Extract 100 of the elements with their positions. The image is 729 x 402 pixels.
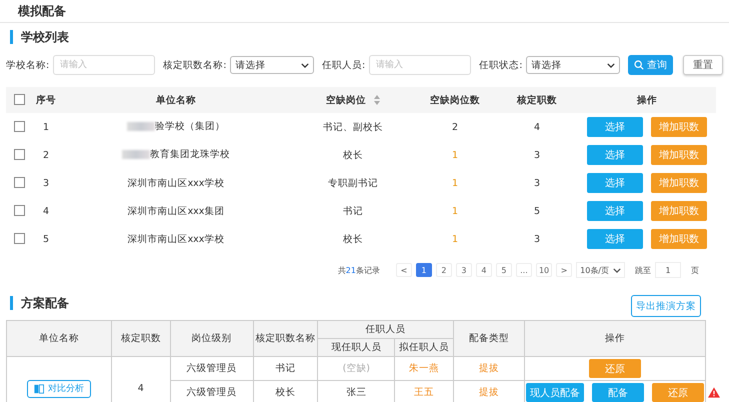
page-button[interactable]: 5 [496, 263, 512, 277]
table-cell-text: 校长 [342, 232, 364, 246]
column-header: 操作 [524, 320, 706, 356]
column-header: 核定职数 [496, 87, 578, 113]
table-cell-text: 2 [42, 148, 50, 162]
chevron-down-icon [613, 268, 621, 272]
chevron-down-icon [301, 62, 310, 68]
select-field[interactable]: 请选择 [526, 56, 620, 74]
table-cell-text: 3 [532, 148, 542, 162]
page-button[interactable]: 2 [436, 263, 452, 277]
page-button[interactable]: 1 [416, 263, 432, 277]
column-header: 核定职数名称 [253, 320, 318, 356]
table-cell-text: 3 [532, 176, 542, 190]
jump-label: 跳至 [635, 264, 651, 276]
checkbox[interactable] [14, 149, 24, 160]
compare-button[interactable]: 对比分析 [26, 380, 91, 398]
table-cell: 深圳市南山区xxx集团 [128, 204, 224, 218]
page-unit: 页 [691, 264, 699, 276]
add-quota-button[interactable]: 增加职数 [651, 117, 707, 137]
table-cell-text: 4 [42, 204, 50, 218]
column-header: 空缺岗位 [326, 94, 366, 106]
export-button[interactable]: 导出推演方案 [631, 295, 701, 317]
search-button[interactable]: 查询 [628, 55, 673, 75]
sort-icon[interactable] [374, 95, 380, 105]
page-title: 模拟配备 [18, 2, 66, 20]
table-cell: 1 [32, 113, 60, 141]
table-cell: 朱一燕 [409, 363, 440, 374]
prev-page-button[interactable]: < [396, 263, 412, 277]
add-quota-button[interactable]: 增加职数 [651, 201, 707, 221]
table-cell: 2 [452, 122, 458, 132]
input-field[interactable]: 请输入 [369, 55, 472, 75]
column-header: 操作 [578, 87, 716, 113]
search-icon [634, 60, 644, 70]
page-button[interactable]: 3 [456, 263, 472, 277]
table-cell-text: 5 [42, 232, 50, 246]
total-count: 共21条记录 [338, 264, 380, 276]
column-header: 空缺岗位数 [414, 87, 496, 113]
column-header: 单位名称 [60, 87, 292, 113]
table-cell: 书记、副校长 [292, 113, 414, 141]
table-cell: 验学校（集团） [155, 120, 225, 133]
table-cell: 4 [138, 383, 144, 394]
page-input[interactable]: 1 [655, 262, 681, 278]
table-cell-text: 3 [42, 176, 50, 190]
restore-button[interactable]: 还原 [589, 359, 641, 378]
table-cell: 1 [452, 234, 458, 244]
column-header: 岗位级别 [170, 320, 254, 356]
select-field[interactable]: 请选择 [230, 56, 314, 74]
table-cell: 1 [452, 206, 458, 216]
table-cell: (空缺) [342, 363, 370, 374]
select-button[interactable]: 选择 [587, 201, 643, 221]
section-title: 学校列表 [21, 28, 69, 46]
checkbox[interactable] [14, 177, 24, 188]
table-cell-text: 3 [532, 232, 542, 246]
table-cell: 教育集团龙珠学校 [150, 148, 230, 161]
table-cell: 提拔 [479, 363, 500, 374]
checkbox[interactable] [14, 233, 24, 244]
table-cell: 深圳市南山区xxx学校 [128, 232, 224, 246]
chevron-down-icon [606, 62, 615, 68]
section-title: 方案配备 [21, 294, 69, 312]
table-cell-text: 校长 [342, 148, 364, 162]
input-field[interactable]: 请输入 [53, 55, 156, 75]
column-header: 拟任职人员 [394, 338, 454, 356]
page-button[interactable]: 10 [536, 263, 552, 277]
table-cell: 王五 [414, 387, 434, 398]
column-header: 核定职数 [111, 320, 170, 356]
reset-button[interactable]: 重置 [682, 55, 724, 75]
table-cell: 深圳市南山区xxx学校 [128, 176, 224, 190]
filter-label: 核定职数名称: [163, 58, 226, 72]
add-quota-button[interactable]: 增加职数 [651, 145, 707, 165]
select-button[interactable]: 选择 [587, 145, 643, 165]
add-quota-button[interactable]: 增加职数 [651, 229, 707, 249]
filter-label: 任职状态: [479, 58, 522, 72]
table-cell: 书记 [253, 356, 318, 380]
restore-button[interactable]: 还原 [652, 383, 704, 402]
column-header: 序号 [32, 87, 60, 113]
table-cell: 4 [496, 113, 578, 141]
column-header: 现任职人员 [318, 338, 395, 356]
checkbox[interactable] [14, 94, 24, 106]
next-page-button[interactable]: > [556, 263, 572, 277]
column-header: 单位名称 [6, 320, 112, 356]
table-cell-text: 书记 [342, 204, 364, 218]
checkbox[interactable] [14, 121, 24, 132]
assign-button[interactable]: 现人员配备 [526, 383, 584, 402]
filter-label: 任职人员: [322, 58, 366, 72]
filter-label: 学校名称: [6, 58, 50, 72]
assign-button[interactable]: 配备 [592, 383, 644, 402]
column-header: 任职人员 [318, 320, 454, 338]
checkbox[interactable] [14, 205, 24, 216]
select-button[interactable]: 选择 [587, 117, 643, 137]
page-size-select[interactable]: 10条/页 [576, 262, 625, 278]
select-button[interactable]: 选择 [587, 229, 643, 249]
table-cell: 张三 [346, 387, 366, 398]
page-button[interactable]: 4 [476, 263, 492, 277]
add-quota-button[interactable]: 增加职数 [651, 173, 707, 193]
select-button[interactable]: 选择 [587, 173, 643, 193]
page-button[interactable]: ... [516, 263, 532, 277]
table-cell: 六级管理员 [170, 356, 254, 380]
table-cell-text: 5 [532, 204, 542, 218]
table-cell: 提拔 [479, 387, 500, 398]
book-icon [34, 384, 44, 394]
